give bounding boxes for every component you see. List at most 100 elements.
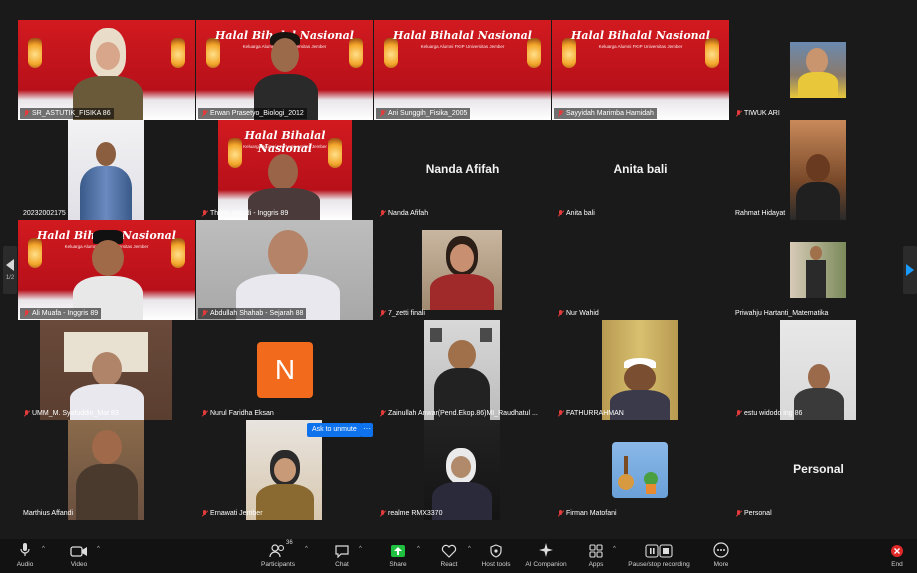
audio-options-caret[interactable]: ^ (42, 546, 45, 552)
participant-video (254, 32, 318, 120)
participant-name: 20232002175 (23, 210, 66, 217)
participant-tile[interactable]: N Nurul Faridha Eksan (196, 320, 373, 420)
chat-button[interactable]: Chat ^ (317, 542, 367, 568)
mic-muted-icon (23, 410, 30, 417)
participant-tile-active-speaker[interactable]: Halal Bihalal NasionalKeluarga Alumni FK… (196, 20, 373, 120)
banner-subtitle: Keluarga Alumni FKIP Universitas Jember (420, 44, 505, 49)
mic-muted-icon (557, 510, 564, 517)
participant-video (422, 230, 502, 310)
guitar-plant-avatar-icon (612, 442, 668, 498)
participant-video (73, 230, 143, 320)
participant-tile[interactable]: Halal Bihalal Nasional Keluarga Alumni FK… (374, 20, 551, 120)
participant-tile[interactable]: FATHURRAHMAN (552, 320, 729, 420)
participant-tile[interactable]: Halal Bihalal NasionalKeluarga Alumni FK… (18, 220, 195, 320)
mic-muted-icon (201, 210, 208, 217)
share-label: Share (389, 561, 407, 568)
apps-button[interactable]: Apps ^ (571, 542, 621, 568)
participant-tile[interactable]: Halal Bihalal NasionalKeluarga Alumni FK… (196, 120, 373, 220)
host-tools-button[interactable]: Host tools (471, 542, 521, 568)
participant-name: estu widodo ing 86 (732, 408, 805, 419)
end-meeting-button[interactable]: End (877, 542, 917, 568)
participant-video (68, 420, 144, 520)
participant-tile[interactable]: estu widodo ing 86 (730, 320, 907, 420)
apps-label: Apps (588, 561, 604, 568)
chevron-left-icon (6, 259, 14, 271)
react-button[interactable]: React ^ (424, 542, 474, 568)
participant-name: Nurul Faridha Eksan (198, 408, 277, 419)
participant-tile[interactable]: Abdullah Shahab - Sejarah 88 (196, 220, 373, 320)
more-dots-icon (713, 542, 729, 558)
ask-to-unmute-button[interactable]: Ask to unmute (307, 423, 362, 437)
apps-options-caret[interactable]: ^ (613, 546, 616, 552)
participant-video (602, 320, 678, 420)
mic-muted-icon (557, 210, 564, 217)
participant-tile[interactable]: UMM_M. Syafuddin_Mat 83 (18, 320, 195, 420)
video-gallery: SR_ASTUTIK_FISIKA 86 Halal Bihalal Nasio… (18, 20, 908, 520)
chevron-right-icon (906, 264, 914, 276)
participant-tile[interactable]: Nanda Afifah Nanda Afifah (374, 120, 551, 220)
mic-muted-icon (735, 510, 742, 517)
participant-name: Sayyidah Marimba Hamidah (554, 108, 657, 119)
video-button[interactable]: Video ^ (54, 542, 104, 568)
participant-tile[interactable]: Priwahju Hartanti_Matematika (730, 220, 907, 320)
participant-tile[interactable]: 20232002175 (18, 120, 195, 220)
participant-video (790, 120, 846, 220)
end-label: End (891, 561, 903, 568)
banner-title: Halal Bihalal Nasional (393, 29, 532, 42)
participant-name: SR_ASTUTIK_FISIKA 86 (20, 108, 114, 119)
participant-video (790, 42, 846, 98)
participant-name-display: Anita bali (613, 162, 668, 176)
chat-options-caret[interactable]: ^ (359, 546, 362, 552)
participant-name: realme RMX3370 (376, 508, 445, 519)
participants-label: Participants (261, 561, 295, 568)
participant-name: Rahmat Hidayat (735, 210, 786, 217)
video-label: Video (70, 561, 88, 568)
video-options-caret[interactable]: ^ (97, 546, 100, 552)
participant-name: Marthius Affandi (23, 510, 74, 517)
participant-tile[interactable]: Firman Matofani (552, 420, 729, 520)
end-call-icon (890, 542, 904, 558)
participant-name: Priwahju Hartanti_Matematika (735, 310, 829, 317)
participant-tile[interactable]: Rahmat Hidayat (730, 120, 907, 220)
audio-button[interactable]: Audio ^ (0, 542, 50, 568)
pause-stop-recording-button[interactable]: Pause/stop recording (627, 542, 691, 568)
participant-video (790, 242, 846, 298)
ai-companion-label: AI Companion (525, 561, 567, 568)
react-label: React (440, 561, 458, 568)
mic-muted-icon (735, 110, 742, 117)
previous-page-button[interactable]: 1/2 (3, 246, 17, 294)
participant-tile[interactable]: Halal Bihalal NasionalKeluarga Alumni FK… (552, 20, 729, 120)
avatar: N (257, 342, 313, 398)
participant-tile[interactable]: TIWUK ARI (730, 20, 907, 120)
participant-video (780, 320, 856, 420)
participant-tile[interactable]: 7_zetti finali (374, 220, 551, 320)
virtual-background: Halal Bihalal Nasional Keluarga Alumni FK… (374, 20, 551, 120)
tile-more-button[interactable]: ··· (361, 423, 373, 437)
participant-name-display: Personal (793, 462, 844, 476)
participant-tile[interactable]: Zainullah Anwar(Pend.Ekop.86)MI_Raudhatu… (374, 320, 551, 420)
participant-name: Erwan Prasetyo_Biologi_2012 (198, 108, 307, 119)
banner-title: Halal Bihalal Nasional (244, 129, 326, 155)
participant-tile[interactable]: Anita bali Anita bali (552, 120, 729, 220)
ai-companion-button[interactable]: AI Companion (521, 542, 571, 568)
participant-video: Halal Bihalal Nasional Keluarga Alumni FK… (218, 120, 352, 220)
pause-recording-label: Pause/stop recording (628, 561, 690, 568)
participant-name: Anita bali (554, 208, 598, 219)
pause-stop-icon (645, 542, 673, 558)
share-button[interactable]: Share ^ (373, 542, 423, 568)
participant-tile[interactable]: Nur Wahid (552, 220, 729, 320)
more-button[interactable]: More (696, 542, 746, 568)
participants-button[interactable]: 36 Participants ^ (253, 540, 308, 568)
participant-name: Firman Matofani (554, 508, 620, 519)
participant-tile[interactable]: Marthius Affandi (18, 420, 195, 520)
mic-muted-icon (201, 410, 208, 417)
share-options-caret[interactable]: ^ (417, 546, 420, 552)
mic-muted-icon (557, 310, 564, 317)
participant-tile[interactable]: Personal Personal (730, 420, 907, 520)
mic-muted-icon (201, 310, 208, 317)
next-page-button[interactable] (903, 246, 917, 294)
participant-tile[interactable]: SR_ASTUTIK_FISIKA 86 (18, 20, 195, 120)
participants-options-caret[interactable]: ^ (305, 546, 308, 552)
participant-video (73, 28, 143, 120)
participant-tile[interactable]: realme RMX3370 (374, 420, 551, 520)
